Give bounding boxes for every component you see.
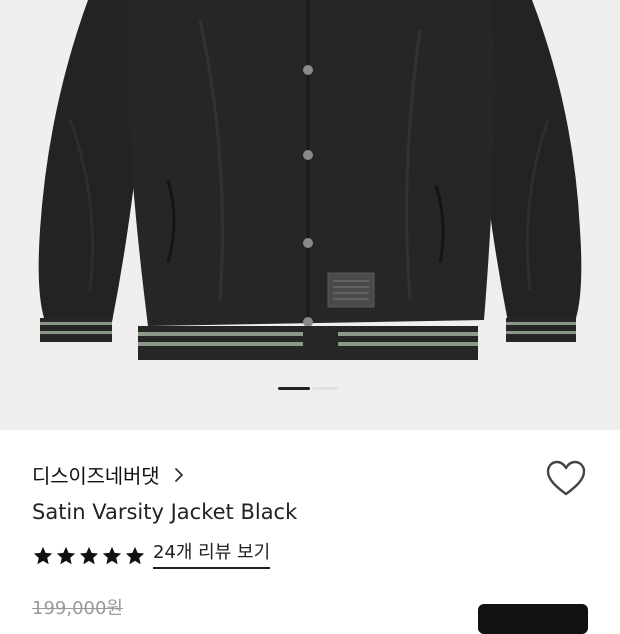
product-title: Satin Varsity Jacket Black bbox=[32, 500, 298, 524]
carousel-dot-active[interactable] bbox=[278, 387, 310, 390]
star-filled-icon bbox=[125, 546, 145, 564]
carousel-dot[interactable] bbox=[312, 387, 338, 390]
reviews-link[interactable]: 24개 리뷰 보기 bbox=[153, 542, 271, 569]
brand-link[interactable]: 디스이즈네버댓 bbox=[32, 460, 189, 489]
star-filled-icon bbox=[56, 546, 76, 564]
star-filled-icon bbox=[79, 546, 99, 564]
star-filled-icon bbox=[33, 546, 53, 564]
carousel-indicator bbox=[0, 387, 620, 391]
brand-name: 디스이즈네버댓 bbox=[32, 464, 160, 488]
chevron-right-icon bbox=[175, 467, 184, 482]
jacket-image bbox=[38, 0, 582, 360]
discount-badge-button[interactable] bbox=[478, 604, 588, 634]
product-image-gallery[interactable] bbox=[0, 0, 620, 430]
heart-outline-icon[interactable] bbox=[545, 459, 587, 499]
star-filled-icon bbox=[102, 546, 122, 564]
rating-row: 24개 리뷰 보기 bbox=[32, 542, 271, 569]
star-rating bbox=[32, 545, 146, 567]
original-price: 199,000원 bbox=[32, 598, 123, 619]
